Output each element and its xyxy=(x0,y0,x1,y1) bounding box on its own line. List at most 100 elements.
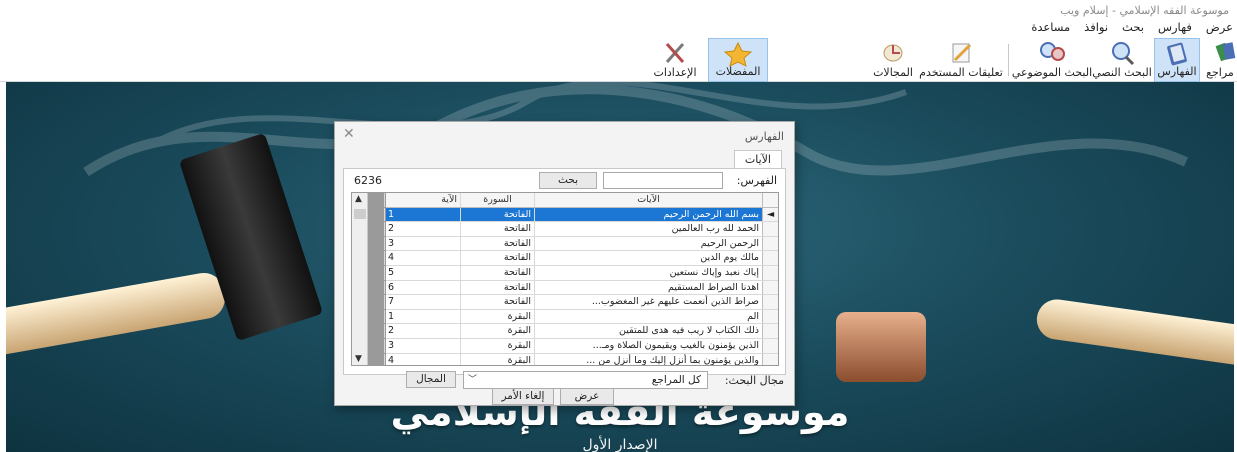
verse-text-cell: الذين يؤمنون بالغيب ويقيمون الصلاة ومـ..… xyxy=(534,338,762,353)
toolbar-references-button[interactable]: مراجع xyxy=(1203,38,1237,82)
vertical-scrollbar[interactable]: ▲ ▼ xyxy=(352,193,368,365)
aya-number-cell: 2 xyxy=(384,222,460,236)
toolbar-text-search-label: البحث النصي xyxy=(1092,66,1152,79)
field-button[interactable]: المجال xyxy=(406,371,456,388)
toolbar-fields-button[interactable]: المجالات xyxy=(870,38,916,82)
sura-cell: الفاتحة xyxy=(460,280,534,295)
toolbar-user-notes-button[interactable]: تعليقات المستخدم xyxy=(918,38,1004,82)
row-indicator xyxy=(762,338,778,353)
menu-search[interactable]: بحث xyxy=(1122,20,1144,38)
table-row[interactable]: ذلك الكتاب لا ريب فيه هدى للمتقين البقرة 2 xyxy=(384,324,778,339)
verse-text-cell: ذلك الكتاب لا ريب فيه هدى للمتقين xyxy=(534,324,762,338)
current-row-icon: ◄ xyxy=(762,207,778,222)
verse-text-cell: مالك يوم الدين xyxy=(534,251,762,265)
table-row[interactable]: اهدنا الصراط المستقيم الفاتحة 6 xyxy=(384,280,778,296)
aya-number-cell: 4 xyxy=(384,251,460,265)
sura-cell: الفاتحة xyxy=(460,265,534,280)
cancel-button[interactable]: إلغاء الأمر xyxy=(492,388,554,405)
verse-text-cell: بسم الله الرحمن الرحيم xyxy=(534,207,762,222)
aya-number-cell: 5 xyxy=(384,265,460,280)
table-row[interactable]: الذين يؤمنون بالغيب ويقيمون الصلاة ومـ..… xyxy=(384,338,778,354)
gavel-image xyxy=(836,312,926,382)
verse-text-cell: صراط الذين أنعمت عليهم غير المغضوب... xyxy=(534,295,762,309)
dialog-tabs: الآيات xyxy=(733,150,782,169)
magnifier-icon xyxy=(1112,42,1135,66)
header-indicator xyxy=(762,193,778,207)
column-header-aya[interactable]: الآية xyxy=(384,193,460,207)
result-count: 6236 xyxy=(354,174,382,187)
index-search-input[interactable] xyxy=(603,172,723,189)
toolbar-text-search-button[interactable]: البحث النصي xyxy=(1092,38,1152,82)
table-row[interactable]: الرحمن الرحيم الفاتحة 3 xyxy=(384,236,778,252)
fields-icon xyxy=(883,44,903,62)
toolbar-topic-search-button[interactable]: البحث الموضوعي xyxy=(1012,38,1092,82)
search-scope-label: مجال البحث: xyxy=(724,374,784,387)
row-indicator xyxy=(762,353,778,365)
menu-indexes[interactable]: فهارس xyxy=(1158,20,1192,38)
table-row[interactable]: مالك يوم الدين الفاتحة 4 xyxy=(384,251,778,266)
menu-view[interactable]: عرض xyxy=(1206,20,1233,38)
column-header-verses[interactable]: الآيات xyxy=(534,193,762,207)
sura-cell: الفاتحة xyxy=(460,295,534,309)
verses-table[interactable]: ▲ ▼ الآيات السورة الآية ◄ بسم الله الرحمن… xyxy=(351,192,779,366)
verse-text-cell: والذين يؤمنون بما أنزل إليك وما أنزل من … xyxy=(534,353,762,365)
row-indicator xyxy=(762,295,778,309)
chevron-down-icon: ﹀ xyxy=(468,375,478,385)
toolbar: مراجع الفهارس البحث النصي البحث الموضوعي… xyxy=(0,38,1237,82)
column-header-sura[interactable]: السورة xyxy=(460,193,534,207)
scroll-down-icon[interactable]: ▼ xyxy=(355,354,362,364)
table-row[interactable]: ◄ بسم الله الرحمن الرحيم الفاتحة 1 xyxy=(384,207,778,223)
star-icon xyxy=(723,41,753,67)
row-indicator xyxy=(762,265,778,280)
row-indicator xyxy=(762,309,778,324)
table-row[interactable]: الحمد لله رب العالمين الفاتحة 2 xyxy=(384,222,778,237)
table-rows: الآيات السورة الآية ◄ بسم الله الرحمن الر… xyxy=(384,193,778,365)
verse-text-cell: الرحمن الرحيم xyxy=(534,236,762,251)
aya-number-cell: 1 xyxy=(384,207,460,222)
verses-tab-panel: الفهرس: بحث 6236 ▲ ▼ الآيات السورة الآية… xyxy=(343,168,786,375)
sura-cell: الفاتحة xyxy=(460,207,534,222)
row-indicator xyxy=(762,222,778,236)
table-row[interactable]: والذين يؤمنون بما أنزل إليك وما أنزل من … xyxy=(384,353,778,365)
verse-text-cell: الم xyxy=(534,309,762,324)
title-bar: موسوعة الفقه الإسلامي - إسلام ويب xyxy=(0,0,1237,20)
search-button[interactable]: بحث xyxy=(539,172,597,189)
indexes-dialog: الفهارس ✕ الآيات الفهرس: بحث 6236 ▲ ▼ ال… xyxy=(334,121,795,406)
scroll-image-left xyxy=(6,269,229,361)
show-button[interactable]: عرض xyxy=(560,388,614,405)
close-icon[interactable]: ✕ xyxy=(343,126,355,142)
sura-cell: البقرة xyxy=(460,324,534,338)
sura-cell: البقرة xyxy=(460,353,534,365)
toolbar-fields-label: المجالات xyxy=(873,66,913,79)
menu-windows[interactable]: نوافذ xyxy=(1084,20,1108,38)
toolbar-settings-button[interactable]: الإعدادات xyxy=(644,38,706,82)
aya-number-cell: 7 xyxy=(384,295,460,309)
scroll-up-icon[interactable]: ▲ xyxy=(355,194,362,204)
row-indicator xyxy=(762,236,778,251)
sura-cell: الفاتحة xyxy=(460,236,534,251)
sura-cell: الفاتحة xyxy=(460,222,534,236)
book-index-icon xyxy=(1167,42,1187,66)
aya-number-cell: 4 xyxy=(384,353,460,365)
row-indicator xyxy=(762,324,778,338)
sura-cell: البقرة xyxy=(460,309,534,324)
window-title: موسوعة الفقه الإسلامي - إسلام ويب xyxy=(1060,4,1229,17)
tab-verses[interactable]: الآيات xyxy=(733,150,782,169)
table-row[interactable]: إياك نعبد وإياك نستعين الفاتحة 5 xyxy=(384,265,778,281)
aya-number-cell: 1 xyxy=(384,309,460,324)
search-scope-dropdown[interactable]: كل المراجع ﹀ xyxy=(463,371,708,389)
dialog-title: الفهارس xyxy=(744,130,784,143)
table-row[interactable]: صراط الذين أنعمت عليهم غير المغضوب... الف… xyxy=(384,295,778,310)
row-indicator xyxy=(762,251,778,265)
toolbar-favorites-button[interactable]: المفضلات xyxy=(708,38,768,82)
menu-help[interactable]: مساعدة xyxy=(1031,20,1070,38)
aya-number-cell: 6 xyxy=(384,280,460,295)
toolbar-indexes-button[interactable]: الفهارس xyxy=(1154,38,1200,82)
books-icon xyxy=(1215,42,1236,62)
search-scope-value: كل المراجع xyxy=(651,374,701,386)
tools-icon xyxy=(665,43,685,63)
table-row[interactable]: الم البقرة 1 xyxy=(384,309,778,325)
scroll-thumb[interactable] xyxy=(354,209,366,219)
sura-cell: البقرة xyxy=(460,338,534,353)
topic-search-icon xyxy=(1040,42,1065,61)
